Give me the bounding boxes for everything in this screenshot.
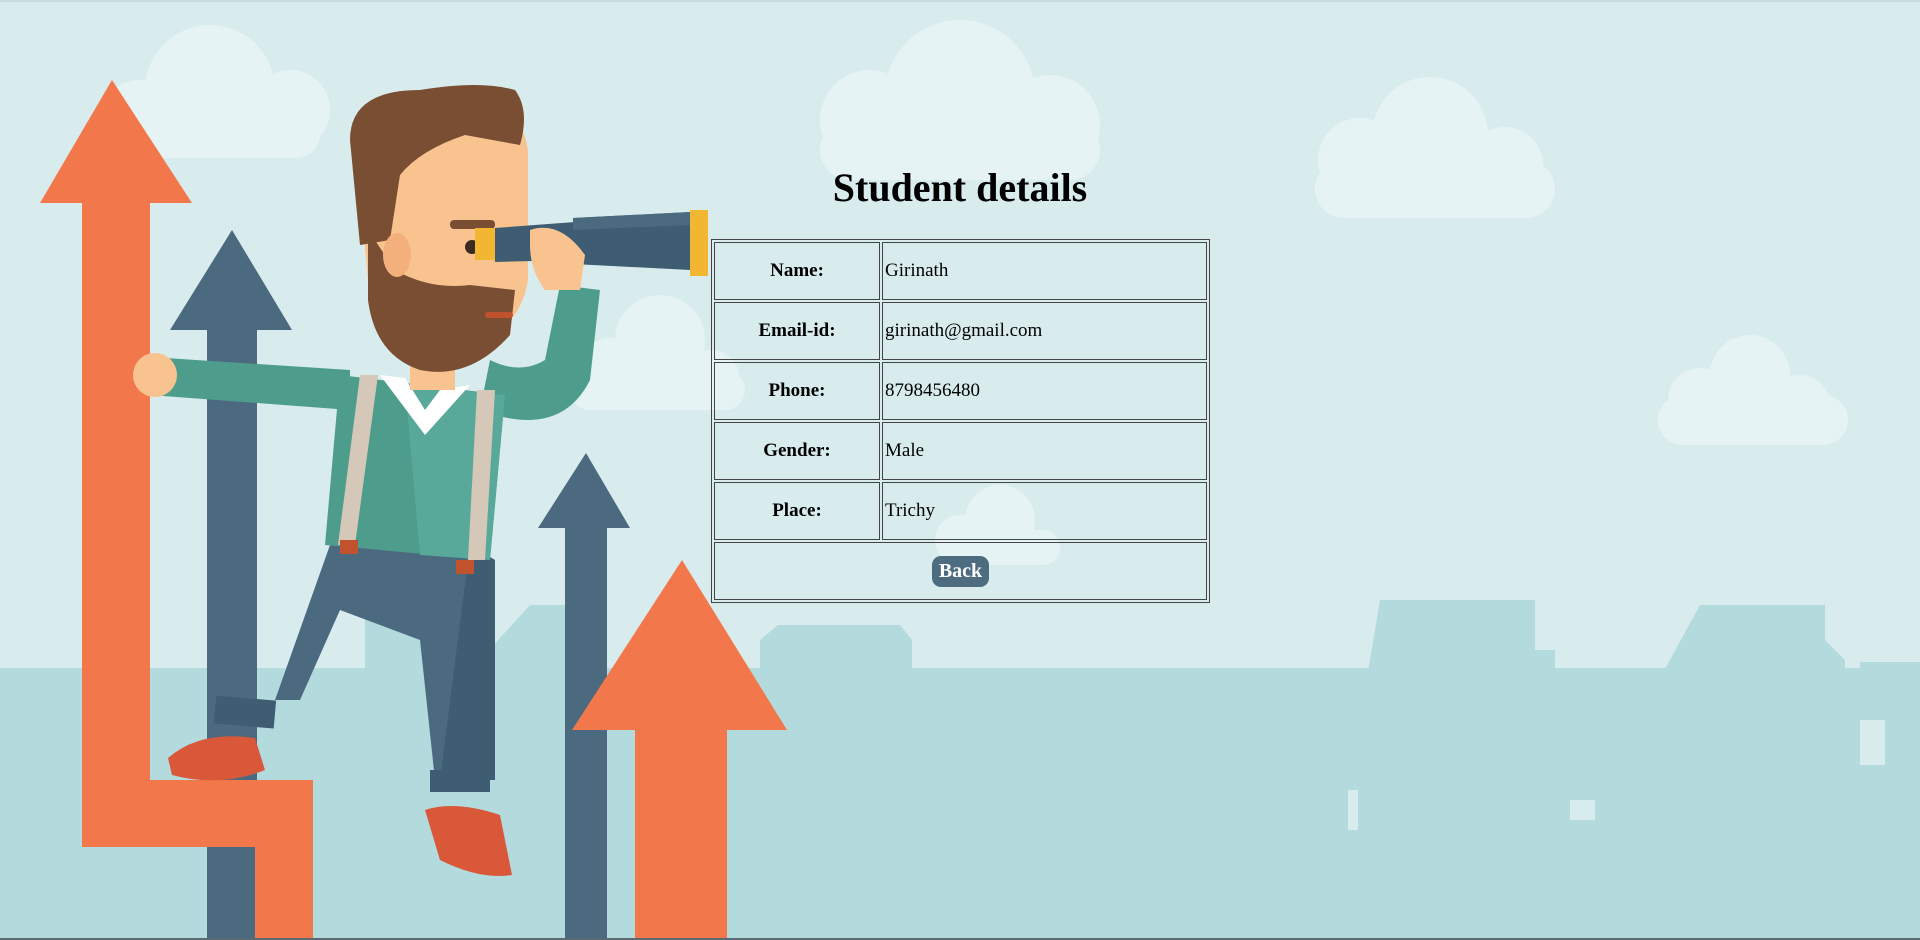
place-value: Trichy <box>882 482 1207 540</box>
page-title: Student details <box>832 165 1088 210</box>
email-value: girinath@gmail.com <box>882 302 1207 360</box>
table-row: Email-id: girinath@gmail.com <box>714 302 1207 360</box>
actions-cell: Back <box>714 542 1207 600</box>
name-value: Girinath <box>882 242 1207 300</box>
table-row: Gender: Male <box>714 422 1207 480</box>
table-row-actions: Back <box>714 542 1207 600</box>
cloud-icon <box>1658 335 1848 445</box>
phone-label: Phone: <box>714 362 880 420</box>
gender-value: Male <box>882 422 1207 480</box>
email-label: Email-id: <box>714 302 880 360</box>
table-row: Phone: 8798456480 <box>714 362 1207 420</box>
table-row: Place: Trichy <box>714 482 1207 540</box>
gender-label: Gender: <box>714 422 880 480</box>
table-row: Name: Girinath <box>714 242 1207 300</box>
student-details-table: Name: Girinath Email-id: girinath@gmail.… <box>711 239 1210 603</box>
phone-value: 8798456480 <box>882 362 1207 420</box>
cloud-icon <box>820 20 1100 180</box>
back-button[interactable]: Back <box>931 555 990 587</box>
name-label: Name: <box>714 242 880 300</box>
place-label: Place: <box>714 482 880 540</box>
